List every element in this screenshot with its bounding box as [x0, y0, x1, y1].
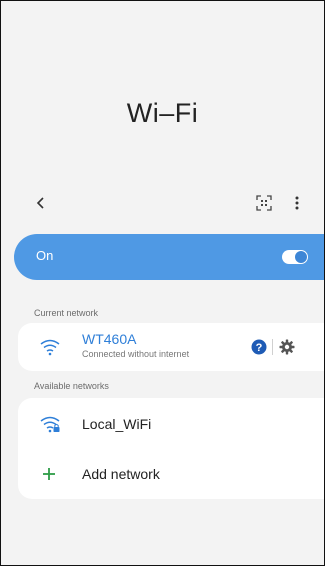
- add-network-row[interactable]: Add network: [18, 448, 324, 498]
- current-network-card: WT460A Connected without internet ?: [18, 323, 324, 371]
- svg-text:?: ?: [256, 342, 263, 354]
- toggle-knob: [295, 251, 307, 263]
- row-divider: [272, 339, 273, 355]
- current-network-status: Connected without internet: [82, 349, 190, 359]
- wifi-master-toggle-row[interactable]: On: [14, 234, 324, 280]
- more-options-button[interactable]: [290, 192, 304, 214]
- wifi-toggle-switch[interactable]: [282, 250, 308, 264]
- available-networks-card: Local_WiFi Add network: [18, 398, 324, 499]
- page-title: Wi–Fi: [126, 98, 199, 128]
- plus-icon: [43, 468, 55, 480]
- network-item[interactable]: Local_WiFi: [18, 398, 324, 448]
- current-network-row[interactable]: WT460A Connected without internet ?: [18, 323, 324, 371]
- wifi-signal-icon: [40, 339, 60, 356]
- help-circle-icon[interactable]: ?: [251, 339, 267, 355]
- qr-scan-button[interactable]: [254, 193, 274, 213]
- wifi-toggle-label: On: [36, 248, 54, 263]
- chevron-left-icon: [36, 197, 44, 209]
- more-vertical-icon: [295, 196, 299, 210]
- current-network-name: WT460A: [82, 331, 137, 347]
- add-network-label: Add network: [82, 466, 160, 482]
- gear-icon[interactable]: [279, 339, 295, 355]
- network-name: Local_WiFi: [82, 416, 152, 432]
- back-button[interactable]: [29, 189, 53, 217]
- wifi-settings-screen: Wi–Fi On Current network WT460A Connecte…: [0, 0, 325, 566]
- current-network-header: Current network: [34, 308, 99, 318]
- toolbar: [1, 189, 324, 217]
- wifi-lock-icon: [40, 416, 60, 433]
- available-networks-header: Available networks: [34, 381, 109, 391]
- qr-scan-icon: [256, 195, 272, 211]
